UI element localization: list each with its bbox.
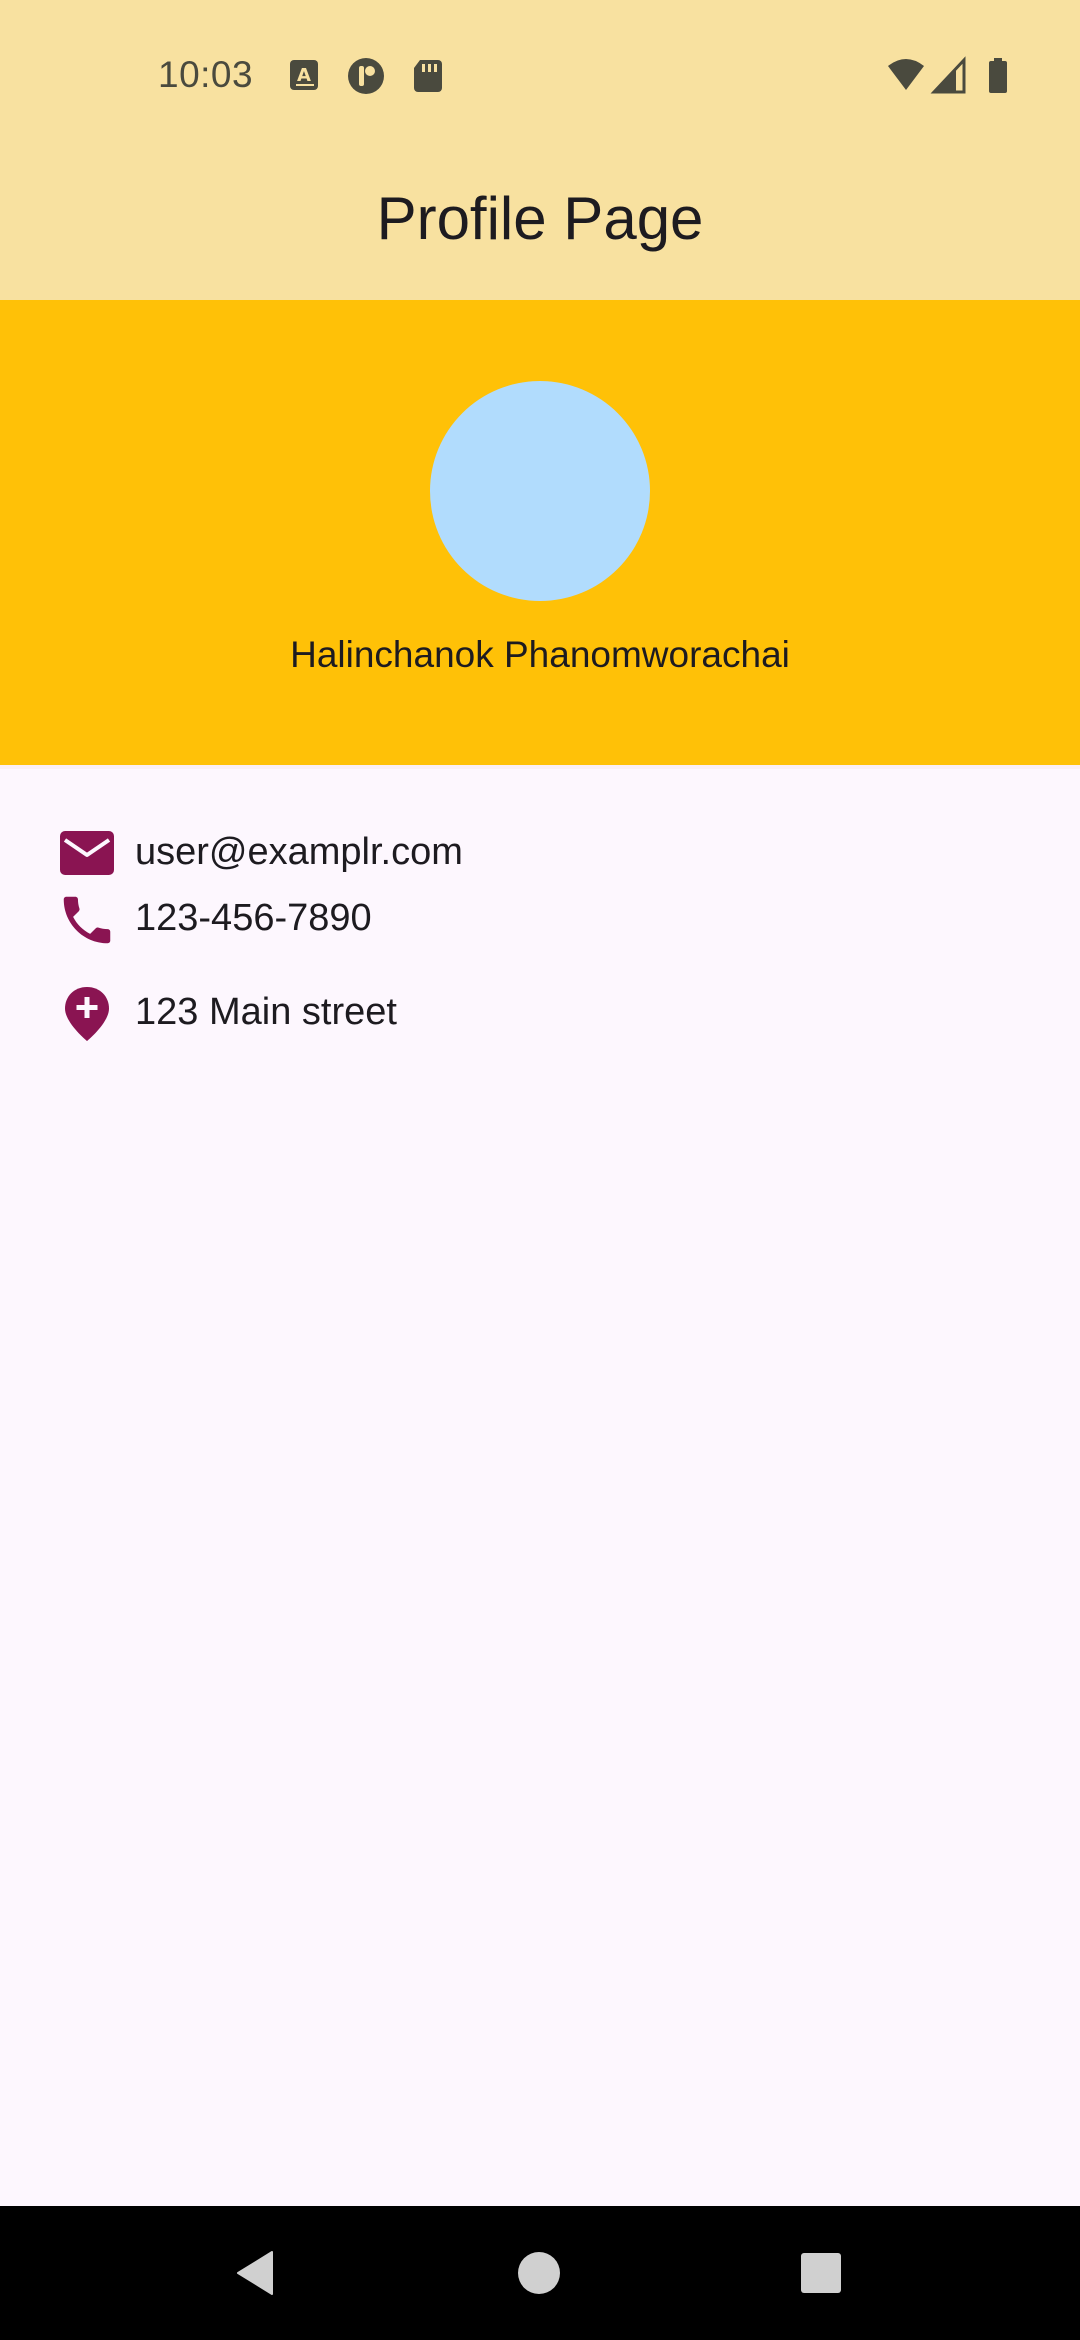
navigation-bar (0, 2206, 1080, 2340)
divider (0, 765, 1080, 769)
keyboard-a-icon: A (290, 60, 318, 90)
phone-text: 123-456-7890 (135, 897, 372, 939)
location-add-icon (65, 987, 109, 1041)
phone-icon (63, 896, 111, 944)
status-bar: 10:03 A (0, 0, 1080, 150)
email-text: user@examplr.com (135, 831, 463, 873)
home-icon[interactable] (514, 2248, 564, 2298)
back-icon[interactable] (232, 2248, 282, 2298)
avatar[interactable] (430, 381, 650, 601)
wifi-icon (888, 59, 924, 90)
sd-card-icon (414, 60, 442, 92)
address-text: 123 Main street (135, 991, 397, 1033)
recents-icon[interactable] (796, 2248, 846, 2298)
email-icon (60, 831, 114, 875)
cell-signal-icon (930, 56, 966, 94)
status-time: 10:03 (158, 54, 254, 95)
profile-name: Halinchanok Phanomworachai (290, 634, 790, 675)
app-bar: Profile Page (0, 150, 1080, 300)
app-notification-icon (348, 58, 384, 94)
profile-header: Halinchanok Phanomworachai (0, 300, 1080, 765)
battery-icon (989, 58, 1007, 93)
svg-text:A: A (297, 65, 311, 86)
page-title: Profile Page (376, 185, 704, 252)
